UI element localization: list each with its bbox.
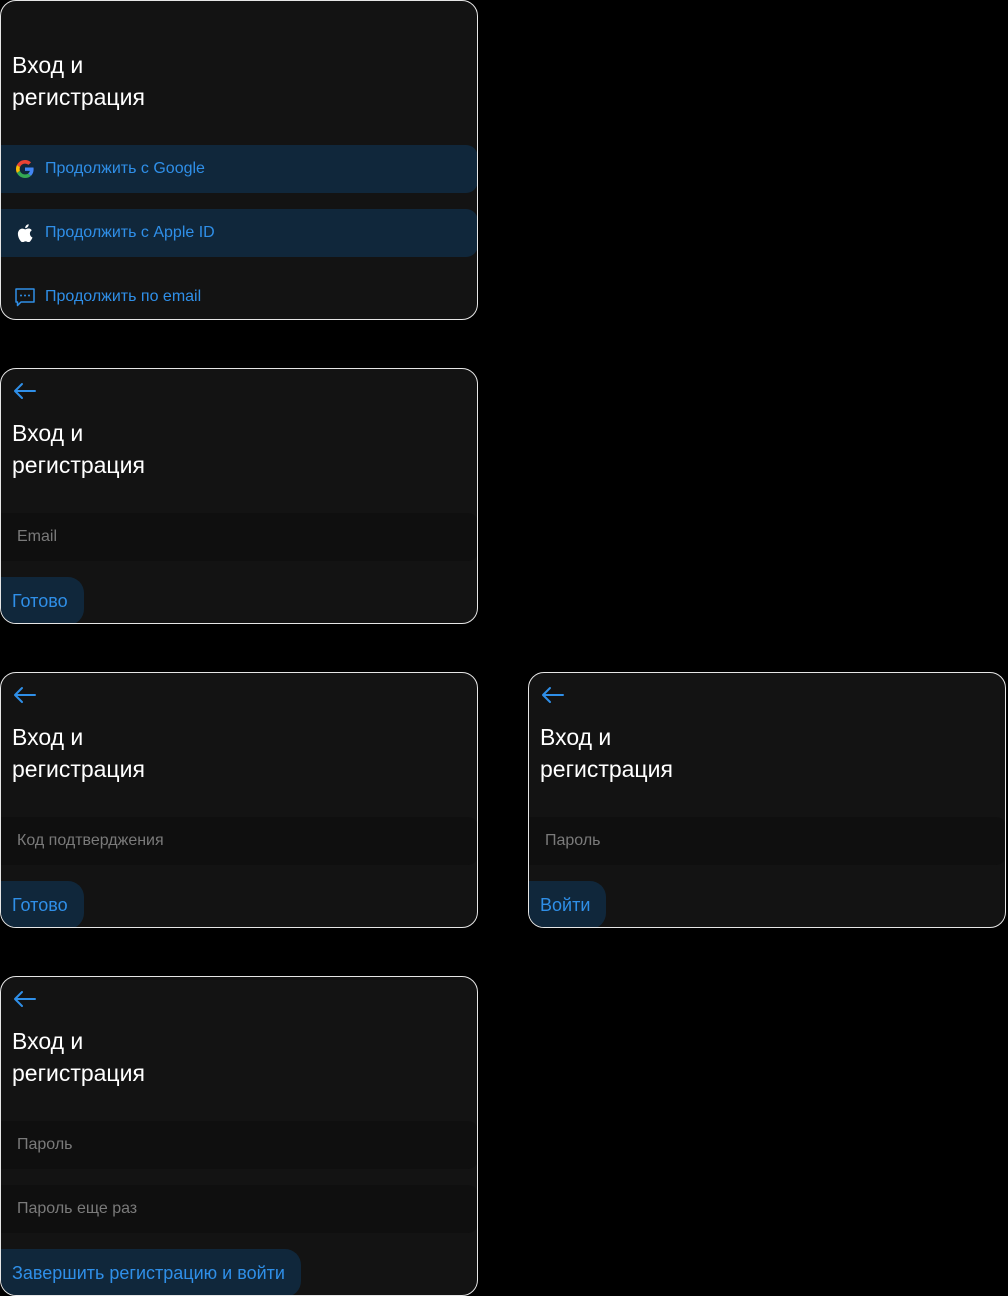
continue-with-google-button[interactable]: Продолжить с Google [1, 145, 477, 193]
continue-with-apple-label: Продолжить с Apple ID [45, 224, 215, 241]
password-repeat-field [1, 1185, 477, 1233]
done-button[interactable]: Готово [1, 577, 84, 623]
page-title: Вход и регистрация [12, 420, 145, 478]
confirmation-code-field [1, 817, 477, 865]
apple-icon [13, 221, 37, 245]
continue-with-apple-button[interactable]: Продолжить с Apple ID [1, 209, 477, 257]
login-button[interactable]: Войти [529, 881, 607, 927]
google-icon [13, 157, 37, 181]
password-field [1, 1121, 477, 1169]
arrow-left-icon[interactable] [12, 685, 38, 705]
email-field [1, 513, 477, 561]
arrow-left-icon[interactable] [12, 381, 38, 401]
arrow-left-icon[interactable] [540, 685, 566, 705]
auth-card-choose-method: Вход и регистрация Продолжить с Google П… [0, 0, 478, 320]
password-input[interactable] [17, 1136, 477, 1154]
continue-with-email-label: Продолжить по email [45, 288, 202, 305]
auth-card-code: Вход и регистрация Готово [0, 672, 478, 928]
complete-registration-button[interactable]: Завершить регистрацию и войти [1, 1249, 301, 1295]
continue-with-email-button[interactable]: Продолжить по email [1, 273, 477, 319]
confirmation-code-input[interactable] [17, 832, 477, 850]
auth-card-login-password: Вход и регистрация Войти [528, 672, 1006, 928]
password-repeat-input[interactable] [17, 1200, 477, 1218]
auth-card-email: Вход и регистрация Готово [0, 368, 478, 624]
page-title: Вход и регистрация [540, 724, 673, 782]
page-title: Вход и регистрация [12, 724, 145, 782]
page-title: Вход и регистрация [12, 52, 145, 110]
auth-card-register-password: Вход и регистрация Завершить регистрацию… [0, 976, 478, 1296]
done-button[interactable]: Готово [1, 881, 84, 927]
continue-with-google-label: Продолжить с Google [45, 160, 205, 177]
arrow-left-icon[interactable] [12, 989, 38, 1009]
message-icon [13, 285, 37, 309]
page-title: Вход и регистрация [12, 1028, 145, 1086]
email-input[interactable] [17, 528, 477, 546]
password-input[interactable] [545, 832, 1005, 850]
password-field [529, 817, 1005, 865]
